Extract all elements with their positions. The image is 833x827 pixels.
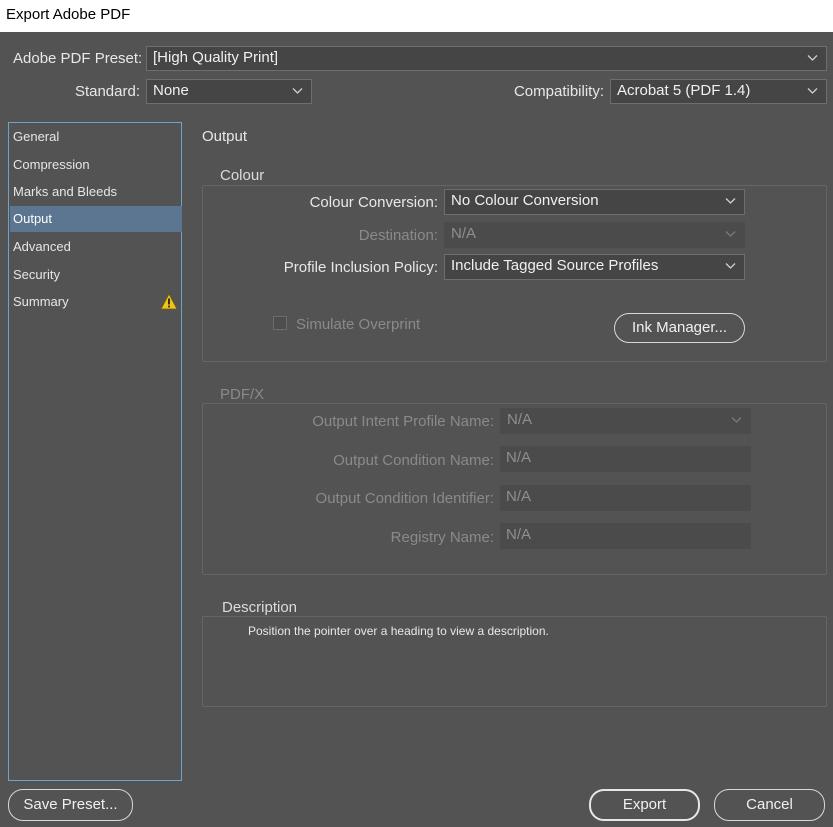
sidebar-item-advanced[interactable]: Advanced — [10, 234, 182, 260]
chevron-down-icon — [807, 85, 818, 96]
sidebar-item-label: Summary — [13, 294, 69, 309]
preset-dropdown[interactable]: [High Quality Print] — [146, 46, 827, 71]
compatibility-label: Compatibility: — [513, 83, 604, 100]
preset-value: [High Quality Print] — [153, 49, 279, 66]
profile-inclusion-value: Include Tagged Source Profiles — [451, 257, 659, 274]
sidebar-item-summary[interactable]: Summary — [10, 289, 182, 315]
export-button[interactable]: Export — [589, 789, 700, 821]
save-preset-button[interactable]: Save Preset... — [8, 789, 133, 821]
preset-label: Adobe PDF Preset: — [13, 50, 143, 67]
sidebar-item-output[interactable]: Output — [10, 206, 182, 232]
registry-name-label: Registry Name: — [390, 529, 494, 546]
sidebar-item-general[interactable]: General — [10, 124, 182, 150]
simulate-overprint-label: Simulate Overprint — [296, 316, 421, 333]
sidebar-item-security[interactable]: Security — [10, 262, 182, 288]
colour-conversion-value: No Colour Conversion — [451, 192, 599, 209]
standard-label: Standard: — [74, 83, 140, 100]
panel-title: Output — [202, 128, 248, 145]
compatibility-value: Acrobat 5 (PDF 1.4) — [617, 82, 751, 99]
output-intent-value: N/A — [507, 411, 533, 428]
chevron-down-icon — [731, 414, 742, 425]
output-condition-name-field[interactable]: N/A — [500, 446, 751, 472]
pdfx-group-label: PDF/X — [214, 386, 271, 403]
cancel-button[interactable]: Cancel — [714, 789, 825, 821]
ink-manager-button[interactable]: Ink Manager... — [614, 313, 745, 343]
registry-name-field[interactable]: N/A — [500, 523, 751, 549]
warning-triangle-icon — [160, 293, 178, 319]
colour-conversion-dropdown[interactable]: No Colour Conversion — [444, 189, 745, 215]
compatibility-dropdown[interactable]: Acrobat 5 (PDF 1.4) — [610, 79, 827, 104]
output-condition-name-label: Output Condition Name: — [333, 452, 494, 469]
chevron-down-icon — [292, 85, 303, 96]
profile-inclusion-label: Profile Inclusion Policy: — [283, 259, 438, 276]
chevron-down-icon — [725, 195, 736, 206]
sidebar-item-compression[interactable]: Compression — [10, 152, 182, 178]
output-intent-dropdown[interactable]: N/A — [500, 408, 751, 434]
simulate-overprint-checkbox[interactable] — [273, 316, 287, 330]
profile-inclusion-dropdown[interactable]: Include Tagged Source Profiles — [444, 254, 745, 280]
colour-conversion-label: Colour Conversion: — [309, 194, 438, 211]
output-condition-identifier-field[interactable]: N/A — [500, 485, 751, 511]
destination-label: Destination: — [358, 227, 438, 244]
chevron-down-icon — [725, 228, 736, 239]
sidebar: General Compression Marks and Bleeds Out… — [8, 122, 182, 781]
destination-value: N/A — [451, 225, 477, 242]
colour-group-label: Colour — [214, 167, 271, 184]
window-title: Export Adobe PDF — [0, 0, 833, 32]
destination-dropdown[interactable]: N/A — [444, 222, 745, 248]
standard-dropdown[interactable]: None — [146, 79, 312, 104]
sidebar-item-marks-and-bleeds[interactable]: Marks and Bleeds — [10, 179, 182, 205]
output-intent-label: Output Intent Profile Name: — [312, 413, 494, 430]
description-text: Position the pointer over a heading to v… — [248, 624, 549, 638]
description-group-label: Description — [216, 599, 304, 616]
output-condition-identifier-label: Output Condition Identifier: — [315, 490, 494, 507]
chevron-down-icon — [807, 52, 818, 63]
standard-value: None — [153, 82, 189, 99]
chevron-down-icon — [725, 260, 736, 271]
